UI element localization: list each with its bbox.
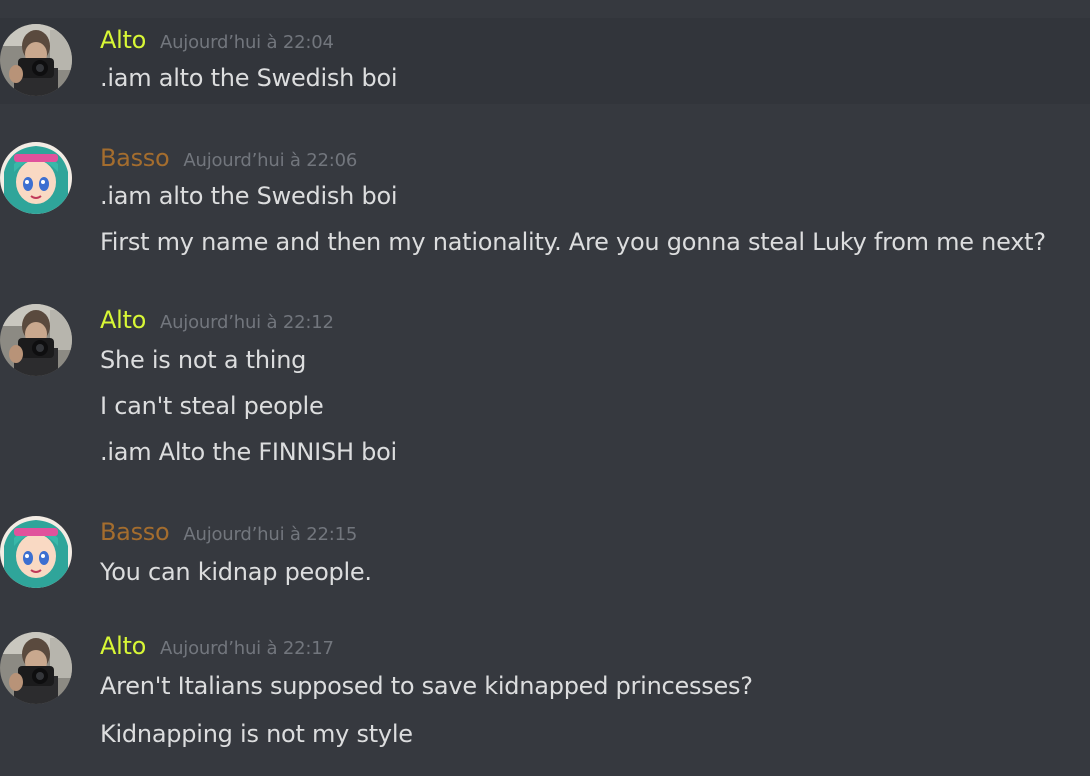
message-header: Basso Aujourd’hui à 22:06 [100, 144, 357, 172]
username[interactable]: Alto [100, 26, 146, 54]
username[interactable]: Basso [100, 144, 170, 172]
message-header: Basso Aujourd’hui à 22:15 [100, 518, 357, 546]
message-text: You can kidnap people. [100, 558, 372, 586]
username[interactable]: Basso [100, 518, 170, 546]
message-text: She is not a thing [100, 346, 307, 374]
message-group[interactable]: Basso Aujourd’hui à 22:06 .iam alto the S… [0, 134, 1090, 274]
message-group[interactable]: Alto Aujourd’hui à 22:04 .iam alto the Sw… [0, 18, 1090, 104]
username[interactable]: Alto [100, 632, 146, 660]
message-text: .iam Alto the FINNISH boi [100, 438, 397, 466]
message-text: First my name and then my nationality. A… [100, 228, 1046, 256]
message-text: .iam alto the Swedish boi [100, 64, 398, 92]
message-timestamp: Aujourd’hui à 22:17 [159, 638, 334, 659]
message-timestamp: Aujourd’hui à 22:06 [183, 150, 358, 171]
username[interactable]: Alto [100, 306, 146, 334]
message-group[interactable]: Alto Aujourd’hui à 22:12 She is not a thi… [0, 298, 1090, 484]
message-text: Aren't Italians supposed to save kidnapp… [100, 672, 753, 700]
message-header: Alto Aujourd’hui à 22:04 [100, 26, 334, 54]
user-avatar-anime-girl-icon[interactable] [0, 516, 72, 588]
message-text: I can't steal people [100, 392, 324, 420]
message-text: .iam alto the Swedish boi [100, 182, 398, 210]
message-header: Alto Aujourd’hui à 22:17 [100, 632, 334, 660]
message-group[interactable]: Basso Aujourd’hui à 22:15 You can kidnap … [0, 506, 1090, 600]
message-timestamp: Aujourd’hui à 22:04 [159, 32, 334, 53]
message-header: Alto Aujourd’hui à 22:12 [100, 306, 334, 334]
user-avatar-camera-icon[interactable] [0, 632, 72, 704]
message-timestamp: Aujourd’hui à 22:15 [183, 524, 358, 545]
user-avatar-anime-girl-icon[interactable] [0, 142, 72, 214]
message-group[interactable]: Alto Aujourd’hui à 22:17 Aren't Italians … [0, 626, 1090, 776]
user-avatar-camera-icon[interactable] [0, 304, 72, 376]
message-text: Kidnapping is not my style [100, 720, 413, 748]
chat-message-list: Alto Aujourd’hui à 22:04 .iam alto the Sw… [0, 0, 1090, 776]
message-timestamp: Aujourd’hui à 22:12 [159, 312, 334, 333]
user-avatar-camera-icon[interactable] [0, 24, 72, 96]
